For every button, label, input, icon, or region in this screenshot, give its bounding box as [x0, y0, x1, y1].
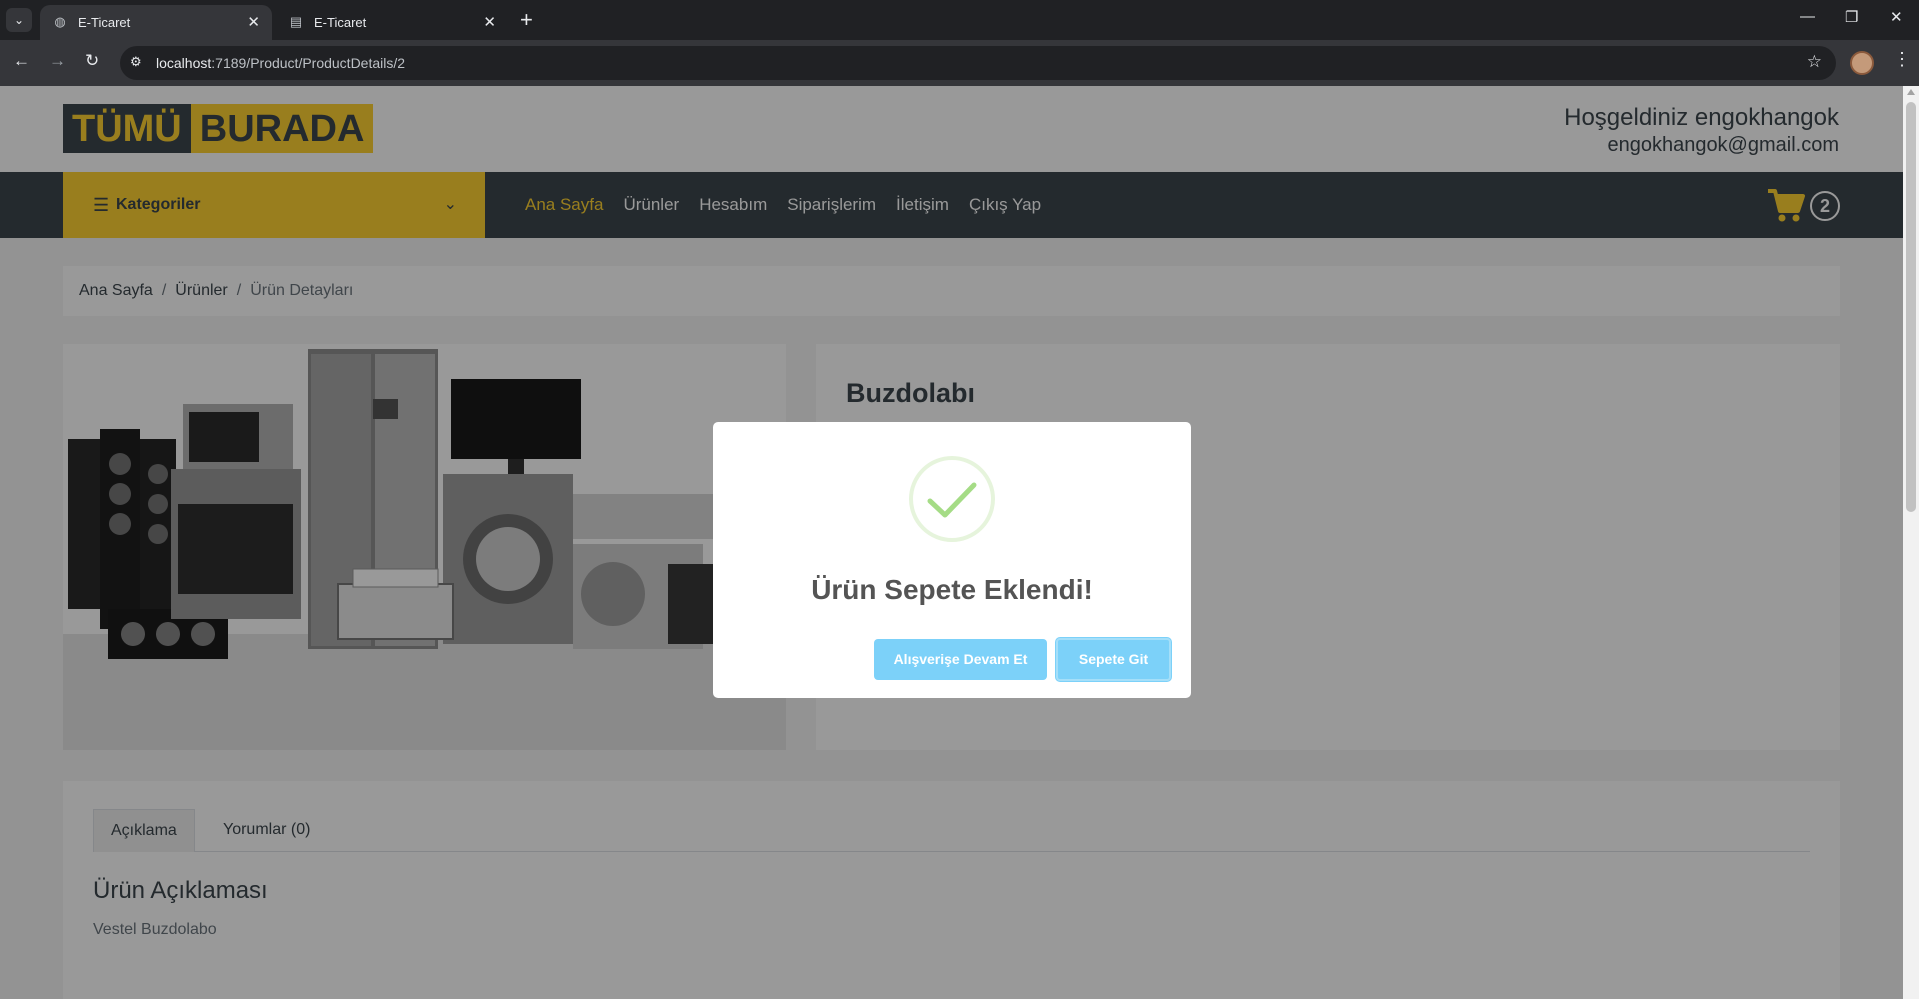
close-tab-icon[interactable]: ✕: [247, 13, 260, 31]
page-icon: ▤: [289, 14, 303, 29]
browser-tab-active[interactable]: ◍ E-Ticaret ✕: [40, 5, 272, 40]
tab-title: E-Ticaret: [314, 15, 367, 30]
close-window-icon[interactable]: ✕: [1890, 8, 1903, 26]
browser-tab[interactable]: ▤ E-Ticaret ✕: [276, 5, 508, 40]
url-text: localhost:7189/Product/ProductDetails/2: [156, 55, 406, 71]
minimize-icon[interactable]: —: [1800, 8, 1815, 25]
page-scrollbar[interactable]: [1903, 86, 1919, 999]
modal-title: Ürün Sepete Eklendi!: [811, 574, 1093, 605]
success-modal: Ürün Sepete Eklendi! Alışverişe Devam Et…: [713, 422, 1191, 698]
success-check-icon: [909, 456, 995, 542]
browser-toolbar: ← → ↻ ⚙ localhost:7189/Product/ProductDe…: [0, 40, 1919, 86]
continue-shopping-button[interactable]: Alışverişe Devam Et: [874, 639, 1047, 680]
scrollbar-thumb[interactable]: [1906, 102, 1916, 512]
tab-search-button[interactable]: ⌄: [6, 8, 32, 32]
scroll-up-icon[interactable]: [1907, 89, 1915, 95]
globe-icon: ◍: [54, 14, 66, 29]
restore-icon[interactable]: ❐: [1845, 8, 1858, 26]
go-to-cart-button[interactable]: Sepete Git: [1056, 638, 1171, 681]
site-info-icon[interactable]: ⚙: [130, 54, 142, 70]
browser-menu-icon[interactable]: ⋮: [1893, 49, 1911, 70]
address-bar[interactable]: ⚙ localhost:7189/Product/ProductDetails/…: [120, 46, 1836, 80]
reload-icon[interactable]: ↻: [85, 51, 99, 71]
browser-tabbar: ⌄ ◍ E-Ticaret ✕ ▤ E-Ticaret ✕ + — ❐ ✕: [0, 0, 1919, 40]
new-tab-button[interactable]: +: [520, 7, 533, 33]
back-icon[interactable]: ←: [13, 51, 30, 71]
tab-title: E-Ticaret: [78, 15, 131, 30]
forward-icon[interactable]: →: [49, 51, 66, 71]
profile-avatar[interactable]: [1850, 51, 1874, 75]
bookmark-star-icon[interactable]: ☆: [1807, 52, 1822, 72]
close-tab-icon[interactable]: ✕: [483, 13, 496, 31]
